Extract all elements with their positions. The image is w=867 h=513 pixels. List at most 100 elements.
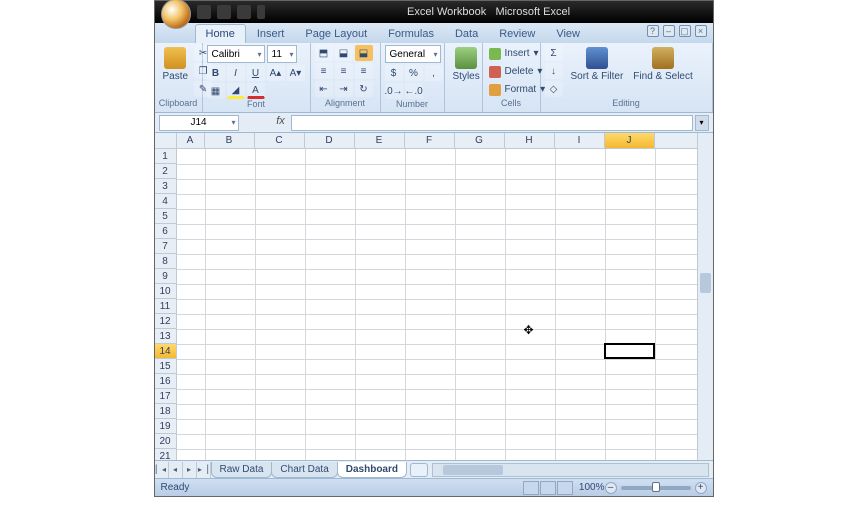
increase-decimal-button[interactable]: .0→ [385,83,403,99]
comma-button[interactable]: , [425,65,443,81]
qat-customize-icon[interactable] [257,5,265,19]
fill-button[interactable]: ↓ [545,63,563,79]
tab-home[interactable]: Home [195,24,246,43]
align-bottom-button[interactable]: ⬓ [355,45,373,61]
formula-input[interactable] [291,115,693,131]
help-icon[interactable]: ? [647,25,659,37]
zoom-in-button[interactable]: + [695,482,707,494]
format-cells-button[interactable]: Format ▾ [487,82,548,98]
row-header-17[interactable]: 17 [155,389,176,404]
redo-icon[interactable] [237,5,251,19]
row-header-19[interactable]: 19 [155,419,176,434]
col-header-I[interactable]: I [555,133,605,148]
normal-view-button[interactable] [523,481,539,495]
fx-button[interactable]: fx [273,115,289,131]
underline-button[interactable]: U [247,65,265,81]
col-header-J[interactable]: J [605,133,655,148]
row-header-5[interactable]: 5 [155,209,176,224]
orientation-button[interactable]: ↻ [355,81,373,97]
row-header-10[interactable]: 10 [155,284,176,299]
worksheet-grid[interactable]: ABCDEFGHIJ 12345678910111213141516171819… [155,133,713,460]
shrink-font-button[interactable]: A▾ [287,65,305,81]
col-header-E[interactable]: E [355,133,405,148]
row-header-9[interactable]: 9 [155,269,176,284]
find-select-button[interactable]: Find & Select [629,45,696,84]
close-icon[interactable]: × [695,25,707,37]
restore-icon[interactable]: ▢ [679,25,691,37]
sheet-tab-dashboard[interactable]: Dashboard [337,462,407,478]
row-header-2[interactable]: 2 [155,164,176,179]
sheet-nav-last[interactable]: ▸▕ [197,462,211,478]
col-header-C[interactable]: C [255,133,305,148]
hscroll-thumb[interactable] [443,465,503,475]
col-header-B[interactable]: B [205,133,255,148]
office-button[interactable] [161,0,191,29]
page-break-view-button[interactable] [557,481,573,495]
row-header-12[interactable]: 12 [155,314,176,329]
align-center-button[interactable]: ≡ [335,63,353,79]
row-header-20[interactable]: 20 [155,434,176,449]
horizontal-scrollbar[interactable] [432,463,709,477]
row-header-4[interactable]: 4 [155,194,176,209]
increase-indent-button[interactable]: ⇥ [335,81,353,97]
align-left-button[interactable]: ≡ [315,63,333,79]
col-header-A[interactable]: A [177,133,205,148]
save-icon[interactable] [197,5,211,19]
sheet-nav-first[interactable]: ▏◂ [155,462,169,478]
col-header-D[interactable]: D [305,133,355,148]
borders-button[interactable]: ▦ [207,83,225,99]
sheet-nav-next[interactable]: ▸ [183,462,197,478]
clear-button[interactable]: ◇ [545,81,563,97]
sheet-tab-raw-data[interactable]: Raw Data [211,462,273,478]
number-format-combo[interactable]: General [385,45,441,63]
bold-button[interactable]: B [207,65,225,81]
italic-button[interactable]: I [227,65,245,81]
decrease-decimal-button[interactable]: ←.0 [405,83,423,99]
vertical-scrollbar[interactable] [697,133,713,460]
zoom-thumb[interactable] [652,482,660,492]
select-all-corner[interactable] [155,133,177,149]
row-header-18[interactable]: 18 [155,404,176,419]
delete-cells-button[interactable]: Delete ▾ [487,64,545,80]
currency-button[interactable]: $ [385,65,403,81]
sheet-nav-prev[interactable]: ◂ [169,462,183,478]
autosum-button[interactable]: Σ [545,45,563,61]
tab-page-layout[interactable]: Page Layout [295,25,377,43]
zoom-out-button[interactable]: – [605,482,617,494]
percent-button[interactable]: % [405,65,423,81]
tab-insert[interactable]: Insert [247,25,295,43]
tab-formulas[interactable]: Formulas [378,25,444,43]
cells-area[interactable]: ✥ [177,149,697,460]
row-header-11[interactable]: 11 [155,299,176,314]
row-header-13[interactable]: 13 [155,329,176,344]
undo-icon[interactable] [217,5,231,19]
align-top-button[interactable]: ⬒ [315,45,333,61]
vscroll-thumb[interactable] [700,273,711,293]
insert-cells-button[interactable]: Insert ▾ [487,46,541,62]
font-name-combo[interactable]: Calibri [207,45,265,63]
tab-data[interactable]: Data [445,25,488,43]
active-cell[interactable] [604,343,655,359]
fill-color-button[interactable]: ◢ [227,83,245,99]
row-header-7[interactable]: 7 [155,239,176,254]
new-sheet-button[interactable] [410,463,428,477]
col-header-F[interactable]: F [405,133,455,148]
row-header-16[interactable]: 16 [155,374,176,389]
col-header-G[interactable]: G [455,133,505,148]
row-header-1[interactable]: 1 [155,149,176,164]
grow-font-button[interactable]: A▴ [267,65,285,81]
align-right-button[interactable]: ≡ [355,63,373,79]
font-color-button[interactable]: A [247,83,265,99]
sort-filter-button[interactable]: Sort & Filter [567,45,628,84]
decrease-indent-button[interactable]: ⇤ [315,81,333,97]
cell-styles-button[interactable]: Styles [449,45,484,84]
tab-view[interactable]: View [546,25,590,43]
name-box[interactable]: J14 [159,115,239,131]
row-header-6[interactable]: 6 [155,224,176,239]
row-header-21[interactable]: 21 [155,449,176,460]
zoom-level[interactable]: 100% [579,482,605,493]
minimize-icon[interactable]: – [663,25,675,37]
paste-button[interactable]: Paste [159,45,193,84]
font-size-combo[interactable]: 11 [267,45,297,63]
row-header-3[interactable]: 3 [155,179,176,194]
